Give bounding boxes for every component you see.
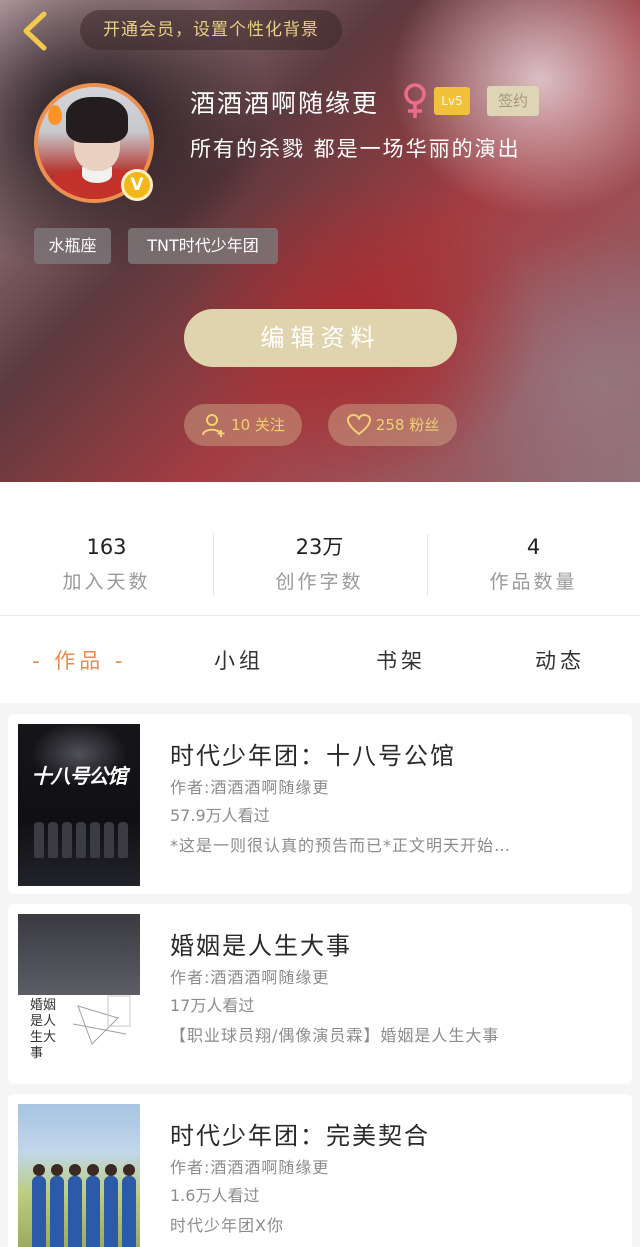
stats-bar: 163 加入天数 23万 创作字数 4 作品数量 bbox=[0, 482, 640, 616]
stat-label: 创作字数 bbox=[275, 571, 364, 593]
stat-value: 4 bbox=[526, 535, 541, 559]
book-author: 作者:酒酒酒啊随缘更 bbox=[170, 778, 330, 797]
tab-moments[interactable]: 动态 bbox=[535, 643, 585, 679]
book-cover[interactable]: 十八号公馆 bbox=[18, 724, 140, 886]
book-card[interactable]: 十八号公馆 时代少年团：十八号公馆 作者:酒酒酒啊随缘更 57.9万人看过 *这… bbox=[8, 714, 632, 894]
stat-label: 加入天数 bbox=[62, 571, 151, 593]
fans-button[interactable]: 258 粉丝 bbox=[328, 404, 457, 446]
book-cover[interactable] bbox=[18, 1104, 140, 1247]
tab-works[interactable]: - 作品 - bbox=[32, 643, 127, 679]
sign-badge[interactable]: 签约 bbox=[487, 86, 539, 116]
profile-header: 开通会员，设置个性化背景 V 酒酒酒啊随缘更 Lv5 签约 所有的杀戮 都是一场… bbox=[0, 0, 640, 482]
book-author: 作者:酒酒酒啊随缘更 bbox=[170, 968, 330, 987]
book-card[interactable]: 婚姻是人生大事 婚姻是人生大事 作者:酒酒酒啊随缘更 17万人看过 【职业球员翔… bbox=[8, 904, 632, 1084]
tab-bar: - 作品 - 小组 书架 动态 bbox=[0, 617, 640, 703]
stat-word-count: 23万 创作字数 bbox=[213, 532, 426, 594]
vip-banner[interactable]: 开通会员，设置个性化背景 bbox=[80, 10, 342, 50]
book-title[interactable]: 婚姻是人生大事 bbox=[170, 926, 352, 961]
fans-label: 258 粉丝 bbox=[375, 416, 440, 434]
book-description: 【职业球员翔/偶像演员霖】婚姻是人生大事 bbox=[170, 1026, 500, 1045]
book-author: 作者:酒酒酒啊随缘更 bbox=[170, 1158, 330, 1177]
tag-zodiac[interactable]: 水瓶座 bbox=[34, 228, 111, 264]
book-title[interactable]: 时代少年团：十八号公馆 bbox=[170, 736, 456, 771]
works-list: 十八号公馆 时代少年团：十八号公馆 作者:酒酒酒啊随缘更 57.9万人看过 *这… bbox=[0, 703, 640, 1247]
add-user-icon bbox=[202, 414, 225, 437]
edit-profile-button[interactable]: 编辑资料 bbox=[184, 309, 457, 367]
username: 酒酒酒啊随缘更 bbox=[190, 89, 380, 118]
stat-works-count: 4 作品数量 bbox=[427, 532, 640, 594]
following-label: 10 关注 bbox=[231, 416, 285, 434]
book-title[interactable]: 时代少年团：完美契合 bbox=[170, 1116, 430, 1151]
book-description: *这是一则很认真的预告而已*正文明天开始… bbox=[170, 836, 512, 855]
tag-group[interactable]: TNT时代少年团 bbox=[128, 228, 278, 264]
book-cover[interactable]: 婚姻是人生大事 bbox=[18, 914, 140, 1076]
bio-text: 所有的杀戮 都是一场华丽的演出 bbox=[190, 137, 521, 161]
flame-icon bbox=[48, 105, 62, 125]
following-button[interactable]: 10 关注 bbox=[184, 404, 302, 446]
stat-value: 23万 bbox=[295, 535, 344, 559]
back-button[interactable] bbox=[14, 8, 54, 54]
tab-groups[interactable]: 小组 bbox=[214, 643, 264, 679]
tab-bookshelf[interactable]: 书架 bbox=[376, 643, 426, 679]
stat-value: 163 bbox=[86, 535, 127, 559]
book-views: 17万人看过 bbox=[170, 996, 255, 1015]
book-views: 57.9万人看过 bbox=[170, 806, 270, 825]
chevron-left-icon bbox=[23, 11, 47, 51]
cover-geometry-art bbox=[72, 995, 131, 1045]
heart-icon bbox=[346, 413, 371, 436]
level-badge: Lv5 bbox=[434, 87, 470, 115]
female-icon bbox=[404, 83, 426, 118]
stat-join-days: 163 加入天数 bbox=[0, 532, 213, 594]
book-views: 1.6万人看过 bbox=[170, 1186, 260, 1205]
verified-badge: V bbox=[121, 169, 153, 201]
cover-title: 十八号公馆 bbox=[31, 764, 128, 788]
book-description: 时代少年团X你 bbox=[170, 1216, 284, 1235]
book-card[interactable]: 时代少年团：完美契合 作者:酒酒酒啊随缘更 1.6万人看过 时代少年团X你 bbox=[8, 1094, 632, 1247]
stat-label: 作品数量 bbox=[489, 571, 578, 593]
